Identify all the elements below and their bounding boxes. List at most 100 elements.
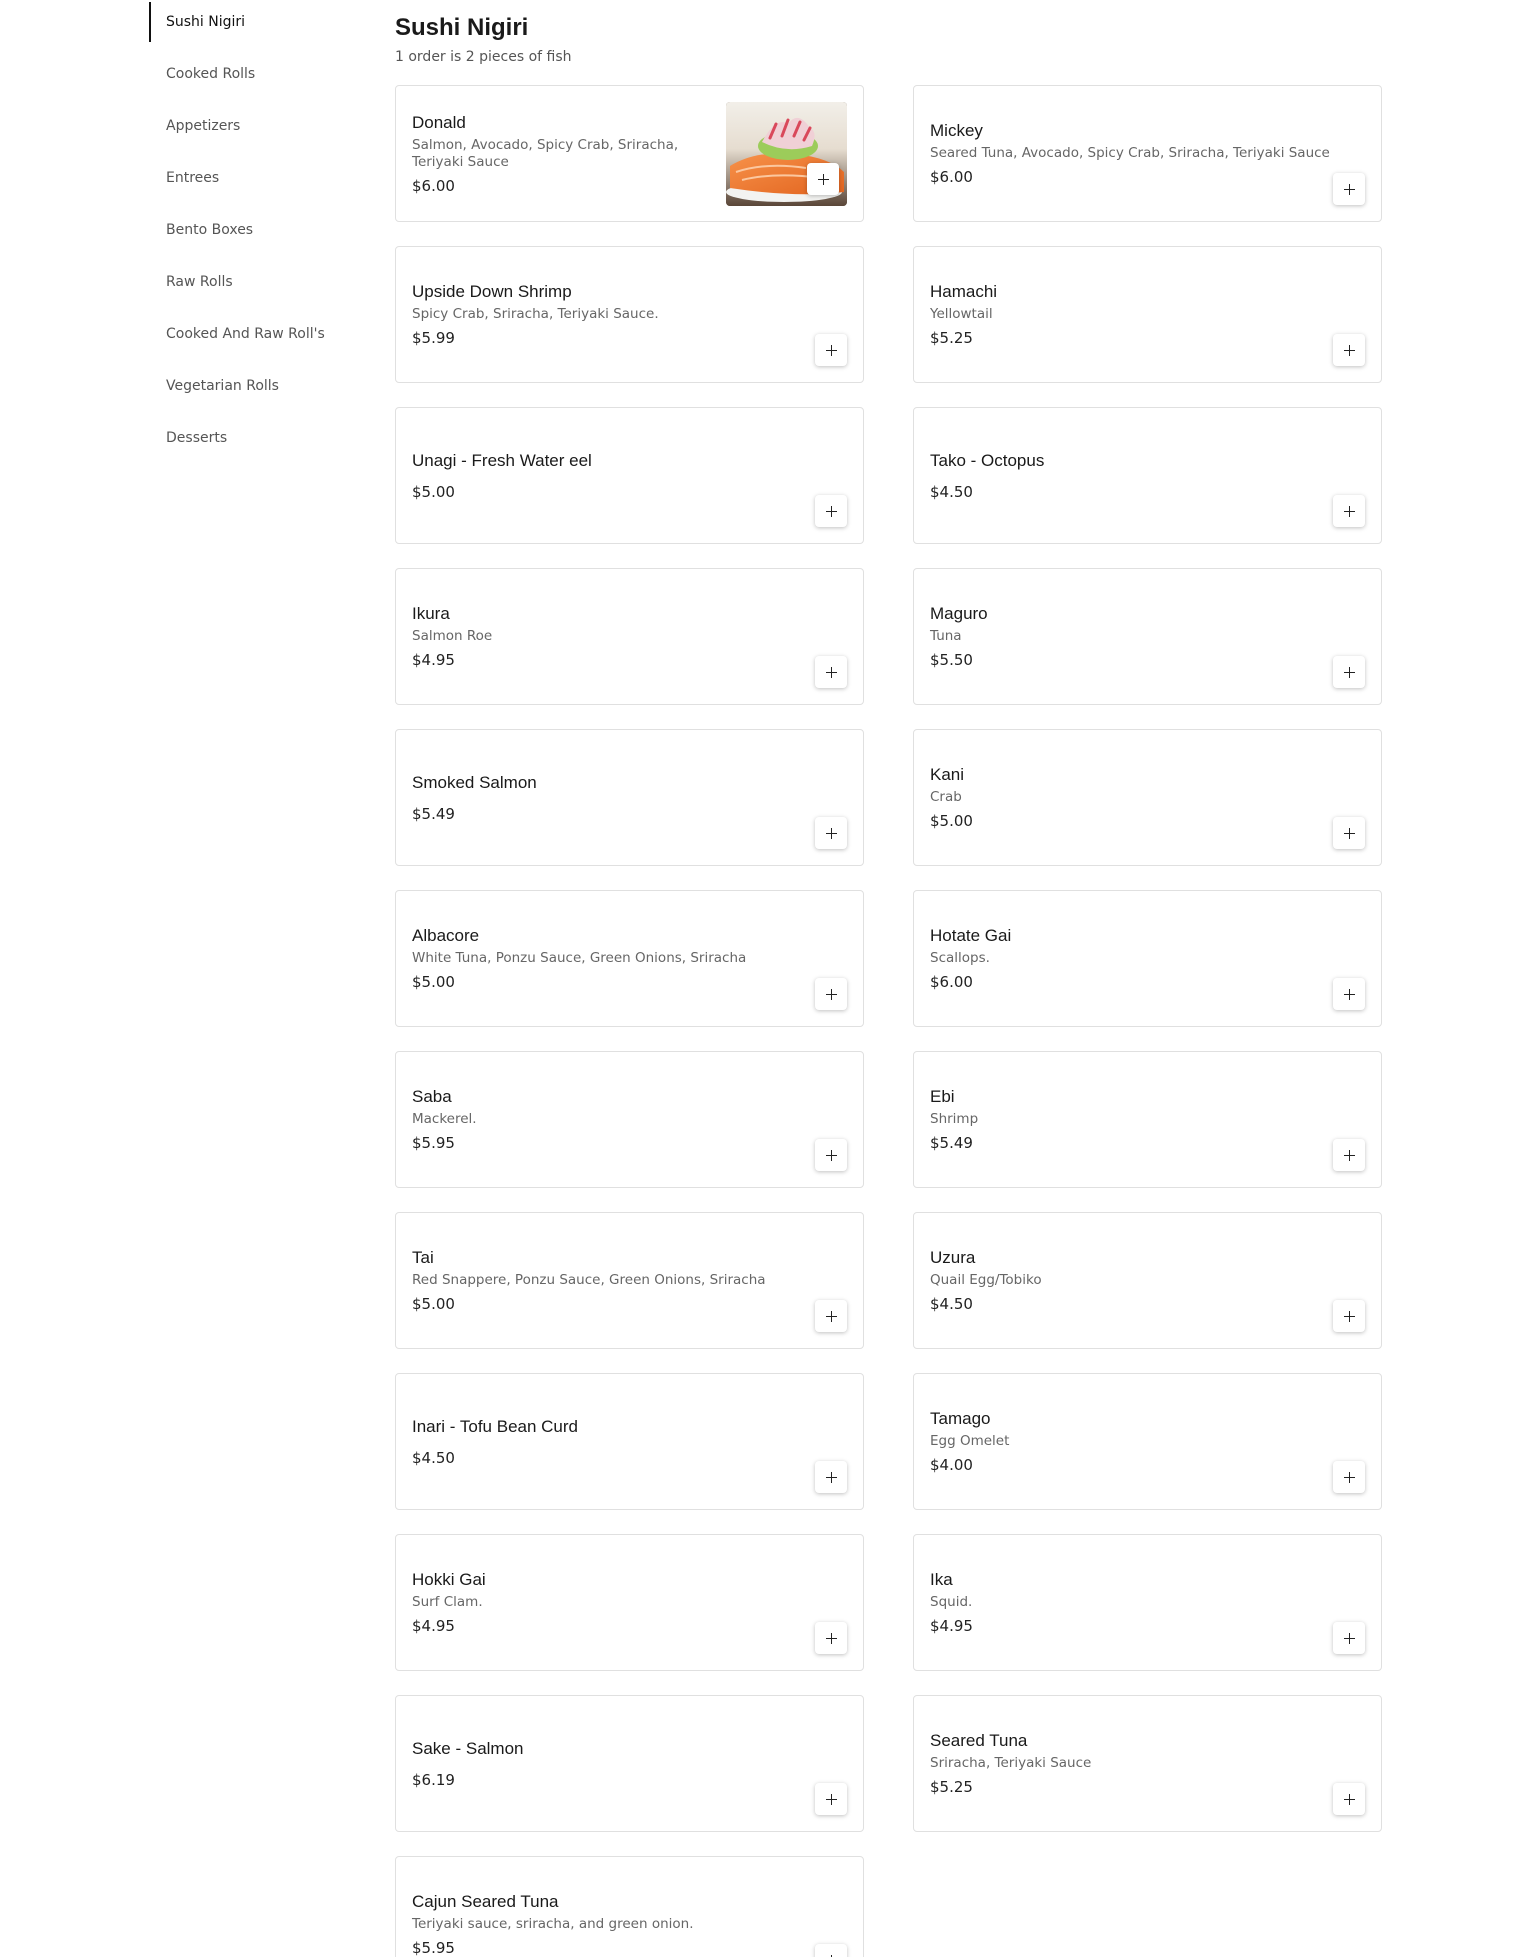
item-name: Seared Tuna [930,1731,1028,1750]
item-name: Upside Down Shrimp [412,282,572,301]
item-description: Tuna [930,628,962,644]
add-to-cart-button[interactable] [1333,173,1365,205]
item-description: Seared Tuna, Avocado, Spicy Crab, Srirac… [930,145,1330,161]
sidebar-item-bento-boxes[interactable]: Bento Boxes [149,208,369,260]
item-description: White Tuna, Ponzu Sauce, Green Onions, S… [412,950,747,966]
add-to-cart-button[interactable] [815,334,847,366]
plus-icon [825,1632,837,1644]
plus-icon [1343,1471,1355,1483]
sidebar-item-sushi-nigiri[interactable]: Sushi Nigiri [149,2,369,42]
menu-item-details: Donald Salmon, Avocado, Spicy Crab, Srira… [412,86,683,221]
item-name: Saba [412,1087,452,1106]
menu-item-card-hamachi[interactable]: Hamachi Yellowtail $5.25 [913,246,1382,383]
item-description: Red Snappere, Ponzu Sauce, Green Onions,… [412,1272,766,1288]
menu-item-card-upside-down-shrimp[interactable]: Upside Down Shrimp Spicy Crab, Sriracha, … [395,246,864,383]
item-price: $5.95 [412,1939,455,1957]
menu-item-card-cajun-seared-tuna[interactable]: Cajun Seared Tuna Teriyaki sauce, srirach… [395,1856,864,1957]
add-to-cart-button[interactable] [815,1783,847,1815]
add-to-cart-button[interactable] [815,817,847,849]
item-description: Quail Egg/Tobiko [930,1272,1042,1288]
menu-item-card-ebi[interactable]: Ebi Shrimp $5.49 [913,1051,1382,1188]
menu-item-details: Tai Red Snappere, Ponzu Sauce, Green Onio… [412,1213,847,1348]
item-price: $4.50 [930,482,973,501]
menu-item-details: Albacore White Tuna, Ponzu Sauce, Green O… [412,891,847,1026]
menu-item-card-albacore[interactable]: Albacore White Tuna, Ponzu Sauce, Green O… [395,890,864,1027]
add-to-cart-button[interactable] [1333,817,1365,849]
menu-item-details: Mickey Seared Tuna, Avocado, Spicy Crab, … [930,86,1365,221]
add-to-cart-button[interactable] [1333,334,1365,366]
add-to-cart-button[interactable] [1333,978,1365,1010]
item-price: $5.50 [930,651,973,669]
menu-item-card-ikura[interactable]: Ikura Salmon Roe $4.95 [395,568,864,705]
sidebar-item-appetizers[interactable]: Appetizers [149,104,369,156]
item-name: Inari - Tofu Bean Curd [412,1416,578,1436]
menu-item-card-maguro[interactable]: Maguro Tuna $5.50 [913,568,1382,705]
menu-item-card-unagi-fresh-water-eel[interactable]: Unagi - Fresh Water eel $5.00 [395,407,864,544]
add-to-cart-button[interactable] [1333,495,1365,527]
item-price: $5.49 [412,804,455,823]
add-to-cart-button[interactable] [1333,656,1365,688]
sidebar-item-desserts[interactable]: Desserts [149,416,369,468]
item-price: $5.49 [930,1134,973,1152]
add-to-cart-button[interactable] [815,656,847,688]
menu-item-card-hokki-gai[interactable]: Hokki Gai Surf Clam. $4.95 [395,1534,864,1671]
menu-item-card-mickey[interactable]: Mickey Seared Tuna, Avocado, Spicy Crab, … [913,85,1382,222]
menu-item-details: Ika Squid. $4.95 [930,1535,1365,1670]
plus-icon [825,344,837,356]
menu-item-card-saba[interactable]: Saba Mackerel. $5.95 [395,1051,864,1188]
menu-item-card-donald[interactable]: Donald Salmon, Avocado, Spicy Crab, Srira… [395,85,864,222]
item-name: Maguro [930,604,988,623]
item-photo[interactable] [726,102,847,206]
plus-icon [825,1793,837,1805]
add-to-cart-button[interactable] [815,495,847,527]
add-to-cart-button[interactable] [815,1300,847,1332]
plus-icon [825,1149,837,1161]
add-to-cart-button[interactable] [815,1461,847,1493]
menu-item-card-tako-octopus[interactable]: Tako - Octopus $4.50 [913,407,1382,544]
add-to-cart-button[interactable] [1333,1622,1365,1654]
item-name: Cajun Seared Tuna [412,1892,559,1911]
menu-item-card-tamago[interactable]: Tamago Egg Omelet $4.00 [913,1373,1382,1510]
item-description: Shrimp [930,1111,979,1127]
sidebar-item-cooked-and-raw-rolls[interactable]: Cooked And Raw Roll's [149,312,369,364]
item-name: Hotate Gai [930,926,1012,945]
menu-item-card-inari-tofu-bean-curd[interactable]: Inari - Tofu Bean Curd $4.50 [395,1373,864,1510]
sidebar-item-raw-rolls[interactable]: Raw Rolls [149,260,369,312]
item-price: $4.95 [412,651,455,669]
add-to-cart-button[interactable] [815,978,847,1010]
item-name: Mickey [930,121,983,140]
menu-item-card-smoked-salmon[interactable]: Smoked Salmon $5.49 [395,729,864,866]
add-to-cart-button[interactable] [807,163,839,195]
add-to-cart-button[interactable] [815,1622,847,1654]
menu-item-card-sake-salmon[interactable]: Sake - Salmon $6.19 [395,1695,864,1832]
sidebar-item-cooked-rolls[interactable]: Cooked Rolls [149,52,369,104]
menu-page: Sushi Nigiri Cooked Rolls Appetizers Ent… [0,0,1530,1957]
item-name: Kani [930,765,965,784]
menu-item-details: Ikura Salmon Roe $4.95 [412,569,847,704]
menu-item-card-uzura[interactable]: Uzura Quail Egg/Tobiko $4.50 [913,1212,1382,1349]
item-price: $5.00 [412,482,455,501]
plus-icon [1343,505,1355,517]
menu-item-card-seared-tuna[interactable]: Seared Tuna Sriracha, Teriyaki Sauce $5.25 [913,1695,1382,1832]
section-title: Sushi Nigiri [395,14,529,41]
menu-item-card-ika[interactable]: Ika Squid. $4.95 [913,1534,1382,1671]
add-to-cart-button[interactable] [1333,1139,1365,1171]
menu-item-card-tai[interactable]: Tai Red Snappere, Ponzu Sauce, Green Onio… [395,1212,864,1349]
item-description: Yellowtail [930,306,993,322]
item-name: Ika [930,1570,953,1589]
menu-item-details: Unagi - Fresh Water eel $5.00 [412,408,847,543]
item-name: Smoked Salmon [412,772,537,792]
sidebar-item-entrees[interactable]: Entrees [149,156,369,208]
sidebar-item-vegetarian-rolls[interactable]: Vegetarian Rolls [149,364,369,416]
add-to-cart-button[interactable] [1333,1783,1365,1815]
category-sidebar: Sushi Nigiri Cooked Rolls Appetizers Ent… [149,0,369,468]
add-to-cart-button[interactable] [1333,1461,1365,1493]
section-subtitle: 1 order is 2 pieces of fish [395,49,572,65]
menu-item-card-kani[interactable]: Kani Crab $5.00 [913,729,1382,866]
plus-icon [817,173,829,185]
add-to-cart-button[interactable] [1333,1300,1365,1332]
item-price: $6.00 [930,168,973,186]
add-to-cart-button[interactable] [815,1944,847,1957]
menu-item-card-hotate-gai[interactable]: Hotate Gai Scallops. $6.00 [913,890,1382,1027]
add-to-cart-button[interactable] [815,1139,847,1171]
